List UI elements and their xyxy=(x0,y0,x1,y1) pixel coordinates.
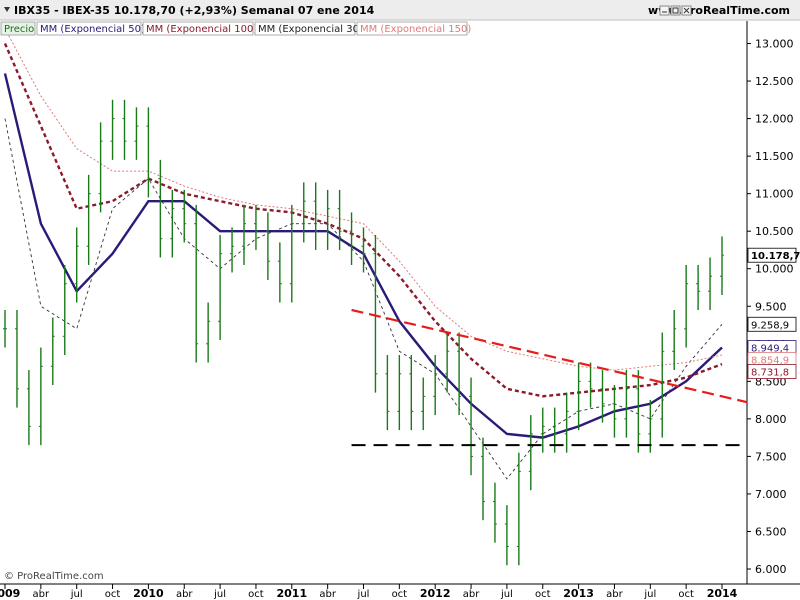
x-tick-label: oct xyxy=(678,589,694,600)
x-tick-label: abr xyxy=(606,589,623,600)
y-tick-label: 11.500 xyxy=(755,150,794,163)
x-tick-label: abr xyxy=(176,589,193,600)
y-tick-label: 6.000 xyxy=(755,563,787,576)
x-tick-label: 2009 xyxy=(0,587,20,600)
legend-label: Precio xyxy=(4,24,34,35)
y-tick-label: 13.000 xyxy=(755,38,794,51)
value-badge-label: 9.258,9 xyxy=(751,320,789,331)
value-badge-label: 10.178,70 xyxy=(751,251,800,262)
legend-label: MM (Exponencial 30) xyxy=(258,24,363,35)
x-tick-label: jul xyxy=(500,589,513,600)
value-badge-label: 8.731,8 xyxy=(751,368,789,379)
y-tick-label: 7.000 xyxy=(755,488,787,501)
window-controls xyxy=(659,5,692,16)
y-tick-label: 12.500 xyxy=(755,75,794,88)
x-tick-label: 2014 xyxy=(707,587,738,600)
y-tick-label: 7.500 xyxy=(755,450,787,463)
x-tick-label: jul xyxy=(643,589,656,600)
legend: Precio MM (Exponencial 50) MM (Exponencial… xyxy=(0,21,471,36)
x-tick-label: abr xyxy=(463,589,480,600)
x-tick-label: 2011 xyxy=(276,587,307,600)
y-tick-label: 10.500 xyxy=(755,225,794,238)
x-tick-label: abr xyxy=(33,589,50,600)
x-tick-label: oct xyxy=(248,589,264,600)
x-tick-label: jul xyxy=(357,589,370,600)
chart-root: IBX35 - IBEX-35 10.178,70 (+2,93%) Seman… xyxy=(0,0,800,600)
x-tick-label: oct xyxy=(392,589,408,600)
legend-label: MM (Exponencial 100) xyxy=(146,24,257,35)
x-tick-label: 2013 xyxy=(563,587,594,600)
y-tick-label: 10.000 xyxy=(755,263,794,276)
chart-title: IBX35 - IBEX-35 10.178,70 (+2,93%) Seman… xyxy=(14,4,375,17)
y-tick-label: 9.500 xyxy=(755,300,787,313)
x-tick-label: abr xyxy=(319,589,336,600)
x-tick-label: jul xyxy=(213,589,226,600)
legend-label: MM (Exponencial 50) xyxy=(40,24,145,35)
y-tick-label: 11.000 xyxy=(755,188,794,201)
chart-svg: IBX35 - IBEX-35 10.178,70 (+2,93%) Seman… xyxy=(0,0,800,600)
maximize-icon[interactable] xyxy=(670,5,681,16)
x-axis: 2009 abr jul oct 2010 abr jul oct 2011 abr jul oct 2… xyxy=(0,584,738,600)
x-tick-label: jul xyxy=(70,589,83,600)
x-tick-label: oct xyxy=(535,589,551,600)
y-tick-label: 8.000 xyxy=(755,413,787,426)
copyright: © ProRealTime.com xyxy=(4,571,104,582)
minimize-icon[interactable] xyxy=(659,5,670,16)
legend-label: MM (Exponencial 150) xyxy=(360,24,471,35)
close-icon[interactable] xyxy=(681,5,692,16)
y-axis: 13.000 12.500 12.000 11.500 11.000 10.500 10.0… xyxy=(747,38,794,576)
y-tick-label: 12.000 xyxy=(755,113,794,126)
y-tick-label: 6.500 xyxy=(755,525,787,538)
x-tick-label: 2010 xyxy=(133,587,164,600)
x-tick-label: oct xyxy=(105,589,121,600)
x-tick-label: 2012 xyxy=(420,587,451,600)
